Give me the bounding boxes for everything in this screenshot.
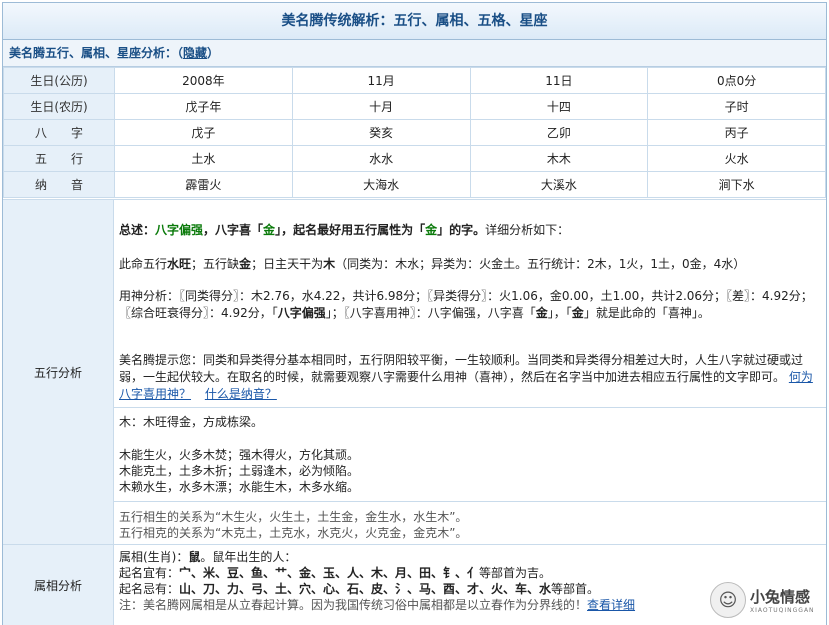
table-cell: 戊子 xyxy=(114,119,293,146)
table-cell: 火水 xyxy=(647,145,826,172)
wood-summary: 木：木旺得金，方成栋梁。 xyxy=(119,415,264,429)
table-row: 五 行土水 水水 木木 火水 xyxy=(3,145,826,172)
table-cell: 木木 xyxy=(469,145,649,172)
table-cell: 丙子 xyxy=(647,119,826,146)
tip-paragraph: 美名腾提示您：同类和异类得分基本相同时，五行阴阳较平衡，一生较顺利。当同类和异类… xyxy=(119,353,813,401)
hide-link[interactable]: 隐藏 xyxy=(183,46,207,60)
row-label: 纳 音 xyxy=(3,171,115,198)
zodiac-line: 属相(生肖)：鼠。鼠年出生的人： xyxy=(119,550,297,564)
row-label: 生日(公历) xyxy=(3,67,115,94)
wood-line-2: 木能克土，土多木折；土弱逢木，必为倾陷。 xyxy=(119,464,360,478)
table-cell: 涧下水 xyxy=(647,171,826,198)
row-label: 生日(农历) xyxy=(3,93,115,120)
row-label: 五 行 xyxy=(3,145,115,172)
table-cell: 霹雷火 xyxy=(114,171,293,198)
nayin-help-link[interactable]: 什么是纳音？ xyxy=(205,387,277,401)
table-row: 生日(农历) 戊子年 十月 十四 子时 xyxy=(3,93,826,120)
table-cell: 11日 xyxy=(469,67,649,94)
subhead-label: 美名腾五行、属相、星座分析：（ xyxy=(9,46,184,60)
wuxing-section: 五行分析 总述：八字偏强，八字喜「金」，起名最好用五行属性为「金」的字。详细分析… xyxy=(3,199,826,545)
watermark-subtext: XIAOTUQINGGAN xyxy=(750,607,815,614)
watermark-text: 小兔情感 xyxy=(750,588,811,606)
wood-line-1: 木能生火，火多木焚；强木得火，方化其顽。 xyxy=(119,448,360,462)
table-cell: 2008年 xyxy=(114,67,293,94)
analysis-panel: 美名腾传统解析：五行、属相、五格、星座 美名腾五行、属相、星座分析：（隐藏） 生… xyxy=(2,2,827,625)
wuxing-label: 五行分析 xyxy=(3,200,114,545)
table-cell: 乙卯 xyxy=(469,119,649,146)
shuxiang-section: 属相分析 属相(生肖)：鼠。鼠年出生的人： 起名宜有：宀、米、豆、鱼、艹、金、玉… xyxy=(3,544,826,625)
ke-relation: 五行相克的关系为“木克土，土克水，水克火，火克金，金克木”。 xyxy=(119,526,468,540)
sheng-relation: 五行相生的关系为“木生火，火生土，土生金，金生水，水生木”。 xyxy=(119,510,468,524)
table-row: 纳 音霹雷火 大海水 大溪水 涧下水 xyxy=(3,171,826,198)
score-analysis: 用神分析：〖同类得分〗：木2.76，水4.22，共计6.98分；〖异类得分〗：火… xyxy=(119,289,813,320)
divider xyxy=(113,407,826,408)
section-subheader: 美名腾五行、属相、星座分析：（隐藏） xyxy=(3,40,826,67)
bazi-table: 生日(公历) 2008年 11月 11日 0点0分 生日(农历) 戊子年 十月 十四 子时八 字戊… xyxy=(3,67,826,198)
table-cell: 戊子年 xyxy=(114,93,293,120)
shuxiang-label: 属相分析 xyxy=(3,545,114,625)
table-cell: 水水 xyxy=(291,145,471,172)
table-cell: 0点0分 xyxy=(647,67,826,94)
rabbit-icon: ☺ xyxy=(710,582,746,618)
table-cell: 大溪水 xyxy=(469,171,649,198)
row-label: 八 字 xyxy=(3,119,115,146)
table-row: 生日(公历) 2008年 11月 11日 0点0分 xyxy=(3,67,826,94)
table-cell: 十四 xyxy=(469,93,649,120)
table-cell: 大海水 xyxy=(291,171,471,198)
subhead-close: ） xyxy=(207,46,220,60)
view-detail-link[interactable]: 查看详细 xyxy=(587,598,635,612)
page-title: 美名腾传统解析：五行、属相、五格、星座 xyxy=(3,3,826,40)
table-cell: 土水 xyxy=(114,145,293,172)
table-cell: 子时 xyxy=(647,93,826,120)
table-cell: 癸亥 xyxy=(291,119,471,146)
watermark-logo: ☺ 小兔情感 XIAOTUQINGGAN xyxy=(710,578,822,622)
wuxing-stats-line: 此命五行水旺；五行缺金；日主天干为木（同类为：木水；异类为：火金土。五行统计：2… xyxy=(119,257,746,271)
summary-line: 总述：八字偏强，八字喜「金」，起名最好用五行属性为「金」的字。详细分析如下： xyxy=(119,223,570,237)
divider xyxy=(113,501,826,502)
table-cell: 11月 xyxy=(291,67,471,94)
wood-line-3: 木赖水生，水多木漂；水能生木，木多水缩。 xyxy=(119,480,360,494)
table-cell: 十月 xyxy=(291,93,471,120)
table-row: 八 字戊子 癸亥 乙卯 丙子 xyxy=(3,119,826,146)
